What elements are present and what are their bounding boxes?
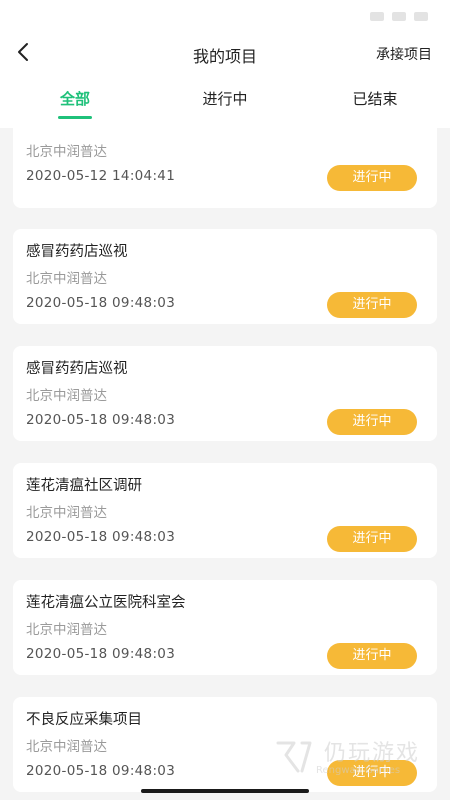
project-company: 北京中润普达 <box>26 388 107 404</box>
project-title: 感冒药药店巡视 <box>26 361 128 377</box>
project-date: 2020-05-12 14:04:41 <box>26 168 176 184</box>
home-indicator[interactable] <box>141 789 309 793</box>
status-badge: 进行中 <box>327 165 417 191</box>
project-card[interactable]: 感冒药药店巡视 北京中润普达 2020-05-18 09:48:03 进行中 <box>13 229 437 324</box>
chevron-left-icon <box>18 43 28 61</box>
tab-bar: 全部 进行中 已结束 <box>0 74 450 128</box>
project-title: 莲花清瘟社区调研 <box>26 478 142 494</box>
project-date: 2020-05-18 09:48:03 <box>26 295 176 311</box>
tab-in-progress[interactable]: 进行中 <box>150 88 300 109</box>
status-icons <box>370 12 428 21</box>
project-card[interactable]: 不良反应采集项目 北京中润普达 2020-05-18 09:48:03 进行中 <box>13 697 437 792</box>
take-project-button[interactable]: 承接项目 <box>376 44 432 64</box>
project-card[interactable]: 感冒药药店巡视 北京中润普达 2020-05-18 09:48:03 进行中 <box>13 346 437 441</box>
tab-finished[interactable]: 已结束 <box>300 88 450 109</box>
project-title: 感冒药药店巡视 <box>26 244 128 260</box>
status-badge: 进行中 <box>327 409 417 435</box>
status-badge: 进行中 <box>327 643 417 669</box>
project-date: 2020-05-18 09:48:03 <box>26 646 176 662</box>
wifi-icon <box>392 12 406 21</box>
project-card[interactable]: 莲花清瘟社区调研 北京中润普达 2020-05-18 09:48:03 进行中 <box>13 463 437 558</box>
status-badge: 进行中 <box>327 526 417 552</box>
status-bar <box>0 0 450 34</box>
project-company: 北京中润普达 <box>26 505 107 521</box>
status-badge: 进行中 <box>327 292 417 318</box>
project-company: 北京中润普达 <box>26 144 107 160</box>
project-company: 北京中润普达 <box>26 622 107 638</box>
project-company: 北京中润普达 <box>26 739 107 755</box>
tab-all[interactable]: 全部 <box>0 88 150 109</box>
project-date: 2020-05-18 09:48:03 <box>26 529 176 545</box>
battery-icon <box>414 12 428 21</box>
project-title: 不良反应采集项目 <box>26 712 142 728</box>
status-badge: 进行中 <box>327 760 417 786</box>
project-date: 2020-05-18 09:48:03 <box>26 412 176 428</box>
project-card[interactable]: 北京中润普达 2020-05-12 14:04:41 进行中 <box>13 128 437 208</box>
navigation-bar: 我的项目 承接项目 <box>0 34 450 74</box>
project-card[interactable]: 莲花清瘟公立医院科室会 北京中润普达 2020-05-18 09:48:03 进… <box>13 580 437 675</box>
signal-icon <box>370 12 384 21</box>
active-tab-indicator <box>58 116 92 119</box>
project-title: 莲花清瘟公立医院科室会 <box>26 595 186 611</box>
back-button[interactable] <box>12 38 38 68</box>
project-company: 北京中润普达 <box>26 271 107 287</box>
project-date: 2020-05-18 09:48:03 <box>26 763 176 779</box>
project-list[interactable]: 北京中润普达 2020-05-12 14:04:41 进行中 感冒药药店巡视 北… <box>0 128 450 800</box>
